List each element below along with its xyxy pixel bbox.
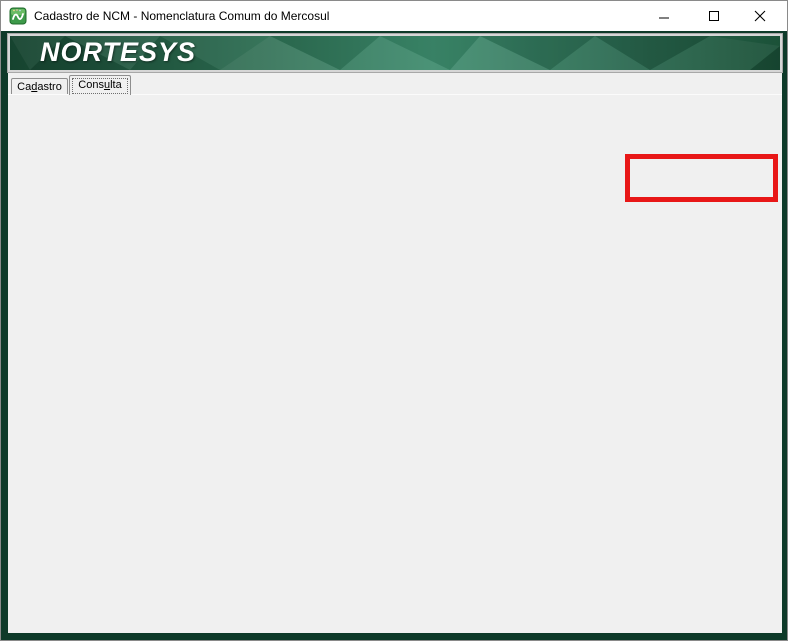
window-title: Cadastro de NCM - Nomenclatura Comum do …: [34, 1, 329, 31]
app-icon: [9, 7, 27, 25]
tab-page-consulta: [8, 94, 782, 633]
maximize-button[interactable]: [697, 1, 731, 31]
tab-consulta[interactable]: Consulta: [69, 75, 131, 95]
minimize-button[interactable]: [647, 1, 681, 31]
close-icon: [754, 10, 766, 22]
brand-banner: NORTESYS: [8, 34, 782, 72]
titlebar: Cadastro de NCM - Nomenclatura Comum do …: [1, 1, 788, 31]
maximize-icon: [708, 10, 720, 22]
minimize-icon: [658, 10, 670, 22]
brand-logo-text: NORTESYS: [40, 37, 196, 68]
close-button[interactable]: [743, 1, 777, 31]
tab-cadastro[interactable]: Cadastro: [11, 78, 68, 95]
app-window: Cadastro de NCM - Nomenclatura Comum do …: [0, 0, 788, 641]
